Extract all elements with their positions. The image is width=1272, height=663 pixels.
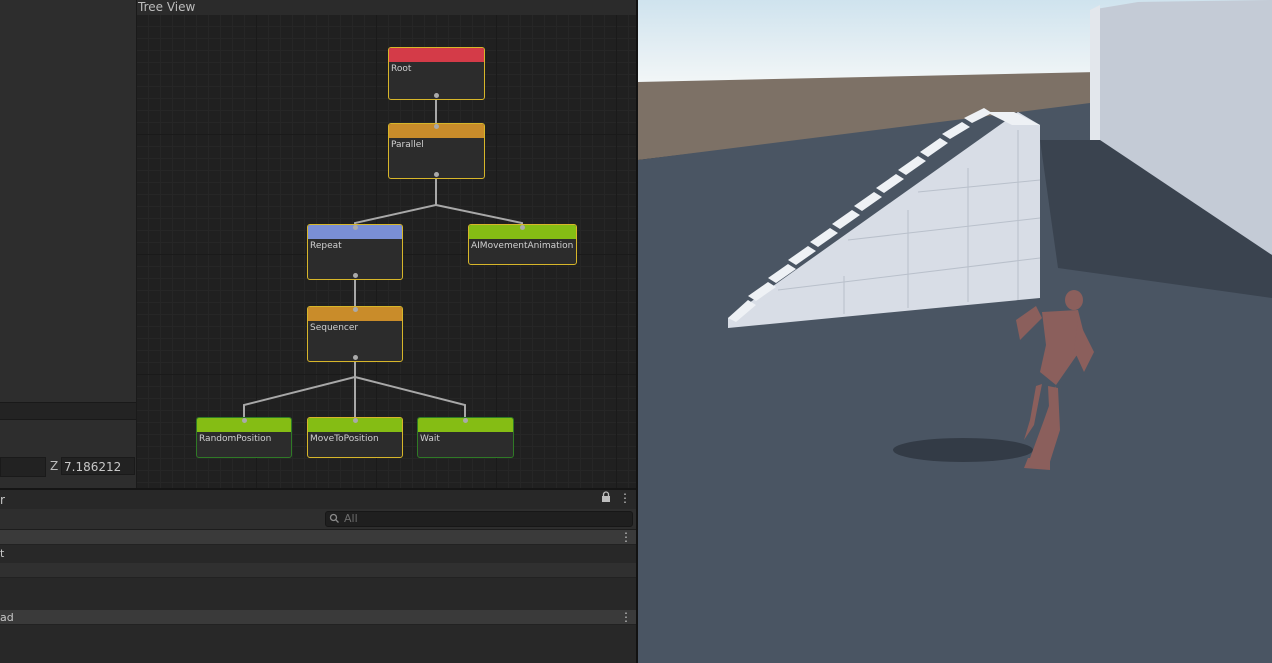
port-wait-in[interactable] (463, 418, 468, 423)
edge-seq-random (243, 357, 356, 419)
port-sequencer-in[interactable] (353, 307, 358, 312)
node-root-header (389, 48, 484, 62)
port-random-in[interactable] (242, 418, 247, 423)
node-wait[interactable]: Wait (417, 417, 514, 458)
tree-view-tab[interactable]: Tree View (137, 0, 636, 15)
section-header-2[interactable] (0, 563, 636, 578)
edge-parallel-repeat (354, 174, 437, 228)
z-field[interactable]: 7.186212 (61, 457, 135, 475)
row-label-1: t (0, 547, 5, 560)
node-ai-movement-label: AIMovementAnimation (471, 241, 574, 251)
node-sequencer[interactable]: Sequencer (307, 306, 403, 362)
panel-title[interactable]: r (0, 493, 5, 507)
character-shadow (893, 438, 1033, 462)
section-header-1[interactable] (0, 530, 636, 545)
port-parallel-out[interactable] (434, 172, 439, 177)
port-parallel-in[interactable] (434, 124, 439, 129)
node-parallel-label: Parallel (391, 140, 424, 150)
node-sequencer-label: Sequencer (310, 323, 359, 333)
port-sequencer-out[interactable] (353, 355, 358, 360)
node-ai-movement-animation[interactable]: AIMovementAnimation (468, 224, 577, 265)
section-menu-icon-2[interactable]: ⋮ (620, 611, 632, 623)
node-wait-label: Wait (420, 434, 440, 444)
z-label: Z (50, 459, 59, 473)
row-label-2: ad (0, 611, 14, 624)
port-repeat-in[interactable] (353, 225, 358, 230)
search-input[interactable]: All (344, 512, 358, 525)
section-header-3[interactable] (0, 610, 636, 625)
node-parallel[interactable]: Parallel (388, 123, 485, 179)
port-repeat-out[interactable] (353, 273, 358, 278)
node-repeat-label: Repeat (310, 241, 342, 251)
panel-menu-icon[interactable]: ⋮ (619, 492, 631, 504)
port-ai-in[interactable] (520, 225, 525, 230)
edge-seq-wait (354, 376, 466, 419)
search-icon (329, 513, 339, 523)
lock-icon[interactable] (600, 491, 612, 503)
port-root-out[interactable] (434, 93, 439, 98)
node-repeat[interactable]: Repeat (307, 224, 403, 280)
node-random-position-label: RandomPosition (199, 434, 272, 444)
port-move-in[interactable] (353, 418, 358, 423)
search-field[interactable] (325, 511, 633, 527)
node-root-label: Root (391, 64, 412, 74)
y-field[interactable] (0, 457, 46, 477)
node-random-position[interactable]: RandomPosition (196, 417, 292, 458)
scene-viewport[interactable] (638, 0, 1272, 663)
section-menu-icon-1[interactable]: ⋮ (620, 531, 632, 543)
node-move-to-position[interactable]: MoveToPosition (307, 417, 403, 458)
inspector-section-divider (0, 402, 136, 420)
node-move-to-position-label: MoveToPosition (310, 434, 379, 444)
